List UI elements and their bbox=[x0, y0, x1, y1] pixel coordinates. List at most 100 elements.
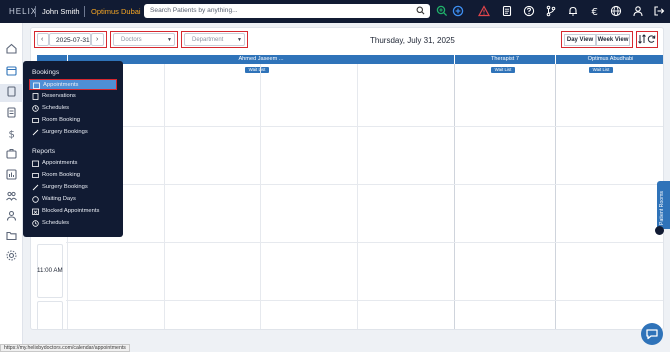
patient-search[interactable]: Search Patients by anything... bbox=[144, 4, 430, 18]
clock-icon bbox=[32, 105, 39, 112]
note-icon bbox=[32, 93, 39, 100]
divider bbox=[35, 6, 36, 17]
date-value: 2025-07-31 bbox=[56, 37, 90, 44]
bookings-section-title: Bookings bbox=[32, 69, 60, 76]
wait-list-button[interactable]: Wait List bbox=[245, 67, 269, 73]
column-header-clinic: Optimus Abudhabi bbox=[556, 55, 663, 64]
refresh-icon[interactable] bbox=[647, 34, 656, 44]
column-header-therapist: Therapist 7 bbox=[455, 55, 555, 64]
branch-selector[interactable]: Optimus Dubai bbox=[91, 7, 141, 16]
menu-item-report-surgery-bookings[interactable]: Surgery Bookings bbox=[29, 182, 117, 193]
time-slot bbox=[37, 301, 63, 329]
grid-line bbox=[66, 184, 663, 185]
grid-line bbox=[66, 242, 663, 243]
calendar-icon bbox=[33, 82, 40, 89]
wait-list-button[interactable]: Wait List bbox=[491, 67, 515, 73]
bed-icon bbox=[32, 117, 39, 124]
document-icon[interactable] bbox=[5, 106, 18, 119]
date-field[interactable]: 2025-07-31 bbox=[49, 33, 91, 46]
clock-icon bbox=[32, 196, 39, 203]
day-view-button[interactable]: Day View bbox=[564, 34, 596, 46]
globe-icon[interactable] bbox=[610, 5, 622, 17]
doctors-select-label: Doctors bbox=[121, 37, 142, 43]
grid-line bbox=[260, 64, 261, 329]
menu-item-label: Schedules bbox=[42, 220, 70, 226]
brand-logo[interactable]: HELIX bbox=[9, 7, 37, 16]
menu-item-label: Surgery Bookings bbox=[42, 184, 88, 190]
grid-line bbox=[357, 64, 358, 329]
menu-item-label: Appointments bbox=[43, 82, 79, 88]
menu-item-room-booking[interactable]: Room Booking bbox=[29, 115, 117, 126]
menu-item-label: Surgery Bookings bbox=[42, 129, 88, 135]
bell-icon[interactable] bbox=[567, 5, 579, 17]
chat-button[interactable] bbox=[641, 323, 663, 345]
week-view-button[interactable]: Week View bbox=[596, 34, 630, 46]
column-header-doctor: Ahmed Jaseem ... bbox=[68, 55, 454, 64]
chevron-down-icon: ▼ bbox=[167, 37, 172, 43]
menu-item-blocked-appointments[interactable]: Blocked Appointments bbox=[29, 206, 117, 217]
document-icon[interactable] bbox=[501, 5, 513, 17]
menu-item-label: Schedules bbox=[42, 105, 70, 111]
bed-icon bbox=[32, 172, 39, 179]
divider bbox=[84, 6, 85, 17]
search-input[interactable]: Search Patients by anything... bbox=[150, 7, 238, 14]
settings-icon[interactable] bbox=[5, 249, 18, 262]
search-icon[interactable] bbox=[416, 6, 425, 15]
calendar-x-icon bbox=[32, 208, 39, 215]
branch-icon[interactable] bbox=[545, 5, 557, 17]
patient-search-plus-icon[interactable] bbox=[436, 5, 448, 17]
logout-icon[interactable] bbox=[653, 5, 665, 17]
calendar-icon bbox=[32, 160, 39, 167]
wait-list-button[interactable]: Wait List bbox=[589, 67, 613, 73]
grid-line bbox=[555, 64, 556, 329]
user-name[interactable]: John Smith bbox=[42, 7, 80, 16]
add-circle-icon[interactable] bbox=[452, 5, 464, 17]
next-day-button[interactable]: › bbox=[91, 33, 104, 46]
home-icon[interactable] bbox=[5, 42, 18, 55]
menu-item-report-schedules[interactable]: Schedules bbox=[29, 218, 117, 229]
staff-icon[interactable] bbox=[5, 209, 18, 222]
calendar-menu: Bookings Appointments Reservations Sched… bbox=[23, 61, 123, 237]
menu-item-label: Appointments bbox=[42, 160, 78, 166]
patient-rooms-tab[interactable]: Patient Rooms bbox=[657, 181, 670, 229]
chart-icon[interactable] bbox=[5, 168, 18, 181]
calendar-icon[interactable] bbox=[5, 64, 18, 77]
info-icon[interactable] bbox=[655, 226, 664, 235]
menu-item-report-room-booking[interactable]: Room Booking bbox=[29, 170, 117, 181]
menu-item-appointments[interactable]: Appointments bbox=[29, 79, 117, 90]
clock-icon bbox=[32, 220, 39, 227]
top-bar: HELIX John Smith Optimus Dubai Search Pa… bbox=[0, 0, 670, 23]
menu-item-waiting-days[interactable]: Waiting Days bbox=[29, 194, 117, 205]
doctors-select[interactable]: Doctors ▼ bbox=[113, 33, 175, 46]
warning-icon[interactable] bbox=[477, 5, 491, 17]
calendar-card: ‹ 2025-07-31 › Doctors ▼ Department ▼ Th… bbox=[30, 27, 664, 330]
time-label: 11:00 AM bbox=[37, 267, 63, 274]
menu-item-label: Blocked Appointments bbox=[42, 208, 100, 214]
menu-item-label: Room Booking bbox=[42, 117, 81, 123]
currency-icon[interactable]: € bbox=[589, 5, 601, 18]
department-select[interactable]: Department ▼ bbox=[184, 33, 245, 46]
grid-line bbox=[66, 126, 663, 127]
sort-icon[interactable] bbox=[638, 34, 646, 44]
left-nav-rail: $ bbox=[0, 23, 23, 352]
help-icon[interactable] bbox=[523, 5, 535, 17]
dollar-icon[interactable]: $ bbox=[5, 127, 18, 141]
menu-item-schedules[interactable]: Schedules bbox=[29, 103, 117, 114]
folder-icon[interactable] bbox=[5, 229, 18, 242]
briefcase-icon[interactable] bbox=[5, 147, 18, 160]
grid-line bbox=[66, 300, 663, 301]
group-icon[interactable] bbox=[5, 189, 18, 202]
scalpel-icon bbox=[32, 184, 39, 191]
patient-rooms-label: Patient Rooms bbox=[659, 190, 665, 225]
reports-section-title: Reports bbox=[32, 148, 56, 155]
menu-item-label: Room Booking bbox=[42, 172, 81, 178]
svg-text:€: € bbox=[592, 7, 598, 17]
menu-item-reservations[interactable]: Reservations bbox=[29, 91, 117, 102]
scalpel-icon bbox=[32, 129, 39, 136]
user-icon[interactable] bbox=[632, 5, 644, 17]
file-icon[interactable] bbox=[5, 85, 18, 98]
menu-item-surgery-bookings[interactable]: Surgery Bookings bbox=[29, 127, 117, 138]
prev-day-button[interactable]: ‹ bbox=[37, 33, 49, 46]
menu-item-report-appointments[interactable]: Appointments bbox=[29, 158, 117, 169]
chevron-right-icon: › bbox=[96, 36, 99, 43]
